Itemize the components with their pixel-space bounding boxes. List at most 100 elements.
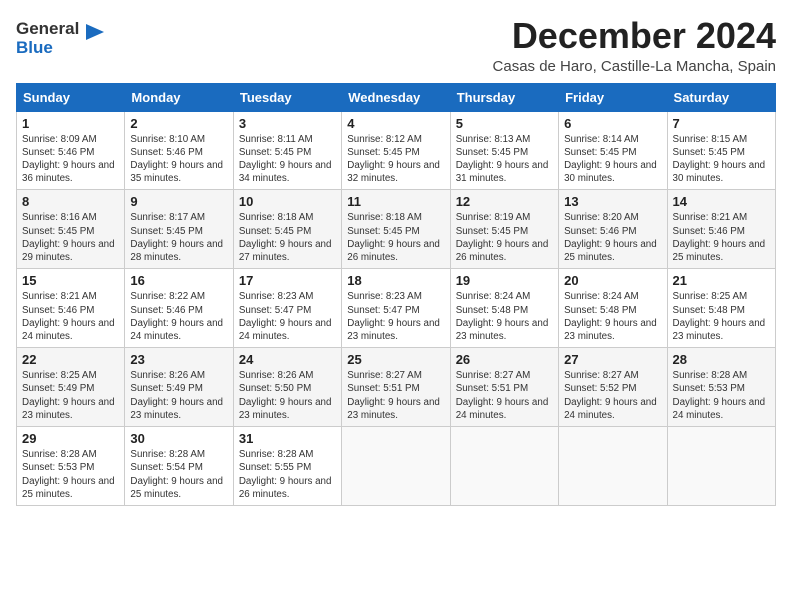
empty-cell bbox=[450, 427, 558, 506]
day-info: Sunrise: 8:27 AM Sunset: 5:51 PM Dayligh… bbox=[456, 369, 553, 422]
day-info: Sunrise: 8:10 AM Sunset: 5:46 PM Dayligh… bbox=[130, 133, 227, 186]
day-cell-27: 27 Sunrise: 8:27 AM Sunset: 5:52 PM Dayli… bbox=[559, 348, 667, 427]
day-number: 25 bbox=[347, 352, 444, 367]
day-number: 27 bbox=[564, 352, 661, 367]
logo-icon bbox=[82, 20, 108, 50]
day-number: 8 bbox=[22, 194, 119, 209]
day-cell-14: 14 Sunrise: 8:21 AM Sunset: 5:46 PM Dayli… bbox=[667, 190, 775, 269]
day-cell-4: 4 Sunrise: 8:12 AM Sunset: 5:45 PM Daylig… bbox=[342, 111, 450, 190]
day-cell-7: 7 Sunrise: 8:15 AM Sunset: 5:45 PM Daylig… bbox=[667, 111, 775, 190]
calendar-table: SundayMondayTuesdayWednesdayThursdayFrid… bbox=[16, 83, 776, 506]
day-number: 28 bbox=[673, 352, 770, 367]
day-info: Sunrise: 8:21 AM Sunset: 5:46 PM Dayligh… bbox=[22, 290, 119, 343]
day-info: Sunrise: 8:27 AM Sunset: 5:52 PM Dayligh… bbox=[564, 369, 661, 422]
day-number: 2 bbox=[130, 116, 227, 131]
empty-cell bbox=[342, 427, 450, 506]
day-cell-2: 2 Sunrise: 8:10 AM Sunset: 5:46 PM Daylig… bbox=[125, 111, 233, 190]
day-number: 14 bbox=[673, 194, 770, 209]
day-number: 11 bbox=[347, 194, 444, 209]
day-info: Sunrise: 8:26 AM Sunset: 5:49 PM Dayligh… bbox=[130, 369, 227, 422]
day-info: Sunrise: 8:13 AM Sunset: 5:45 PM Dayligh… bbox=[456, 133, 553, 186]
day-info: Sunrise: 8:15 AM Sunset: 5:45 PM Dayligh… bbox=[673, 133, 770, 186]
day-info: Sunrise: 8:28 AM Sunset: 5:55 PM Dayligh… bbox=[239, 448, 336, 501]
day-number: 10 bbox=[239, 194, 336, 209]
empty-cell bbox=[667, 427, 775, 506]
day-info: Sunrise: 8:25 AM Sunset: 5:49 PM Dayligh… bbox=[22, 369, 119, 422]
day-info: Sunrise: 8:18 AM Sunset: 5:45 PM Dayligh… bbox=[347, 211, 444, 264]
day-number: 7 bbox=[673, 116, 770, 131]
day-number: 5 bbox=[456, 116, 553, 131]
day-number: 13 bbox=[564, 194, 661, 209]
day-info: Sunrise: 8:27 AM Sunset: 5:51 PM Dayligh… bbox=[347, 369, 444, 422]
day-cell-1: 1Sunrise: 8:09 AM Sunset: 5:46 PM Daylig… bbox=[17, 111, 125, 190]
day-info: Sunrise: 8:24 AM Sunset: 5:48 PM Dayligh… bbox=[564, 290, 661, 343]
day-cell-12: 12 Sunrise: 8:19 AM Sunset: 5:45 PM Dayli… bbox=[450, 190, 558, 269]
calendar-subtitle: Casas de Haro, Castille-La Mancha, Spain bbox=[493, 58, 776, 75]
day-cell-22: 22 Sunrise: 8:25 AM Sunset: 5:49 PM Dayli… bbox=[17, 348, 125, 427]
day-cell-25: 25 Sunrise: 8:27 AM Sunset: 5:51 PM Dayli… bbox=[342, 348, 450, 427]
day-cell-15: 15 Sunrise: 8:21 AM Sunset: 5:46 PM Dayli… bbox=[17, 269, 125, 348]
day-info: Sunrise: 8:12 AM Sunset: 5:45 PM Dayligh… bbox=[347, 133, 444, 186]
day-cell-28: 28 Sunrise: 8:28 AM Sunset: 5:53 PM Dayli… bbox=[667, 348, 775, 427]
day-cell-16: 16 Sunrise: 8:22 AM Sunset: 5:46 PM Dayli… bbox=[125, 269, 233, 348]
day-cell-17: 17 Sunrise: 8:23 AM Sunset: 5:47 PM Dayli… bbox=[233, 269, 341, 348]
header-cell-wednesday: Wednesday bbox=[342, 83, 450, 111]
day-cell-6: 6Sunrise: 8:14 AM Sunset: 5:45 PM Daylig… bbox=[559, 111, 667, 190]
day-info: Sunrise: 8:26 AM Sunset: 5:50 PM Dayligh… bbox=[239, 369, 336, 422]
day-info: Sunrise: 8:23 AM Sunset: 5:47 PM Dayligh… bbox=[347, 290, 444, 343]
day-number: 16 bbox=[130, 273, 227, 288]
day-cell-11: 11 Sunrise: 8:18 AM Sunset: 5:45 PM Dayli… bbox=[342, 190, 450, 269]
day-cell-3: 3Sunrise: 8:11 AM Sunset: 5:45 PM Daylig… bbox=[233, 111, 341, 190]
logo: General Blue bbox=[16, 20, 108, 57]
page-container: General Blue December 2024 Casas de Haro… bbox=[16, 16, 776, 506]
title-section: December 2024 Casas de Haro, Castille-La… bbox=[493, 16, 776, 75]
day-info: Sunrise: 8:23 AM Sunset: 5:47 PM Dayligh… bbox=[239, 290, 336, 343]
header-cell-friday: Friday bbox=[559, 83, 667, 111]
day-cell-24: 24 Sunrise: 8:26 AM Sunset: 5:50 PM Dayli… bbox=[233, 348, 341, 427]
empty-cell bbox=[559, 427, 667, 506]
day-number: 4 bbox=[347, 116, 444, 131]
day-number: 30 bbox=[130, 431, 227, 446]
day-cell-8: 8Sunrise: 8:16 AM Sunset: 5:45 PM Daylig… bbox=[17, 190, 125, 269]
day-cell-29: 29Sunrise: 8:28 AM Sunset: 5:53 PM Dayli… bbox=[17, 427, 125, 506]
day-info: Sunrise: 8:22 AM Sunset: 5:46 PM Dayligh… bbox=[130, 290, 227, 343]
day-info: Sunrise: 8:09 AM Sunset: 5:46 PM Dayligh… bbox=[22, 133, 119, 186]
day-info: Sunrise: 8:24 AM Sunset: 5:48 PM Dayligh… bbox=[456, 290, 553, 343]
day-number: 22 bbox=[22, 352, 119, 367]
day-cell-23: 23 Sunrise: 8:26 AM Sunset: 5:49 PM Dayli… bbox=[125, 348, 233, 427]
day-number: 17 bbox=[239, 273, 336, 288]
day-info: Sunrise: 8:28 AM Sunset: 5:54 PM Dayligh… bbox=[130, 448, 227, 501]
day-number: 18 bbox=[347, 273, 444, 288]
day-cell-5: 5 Sunrise: 8:13 AM Sunset: 5:45 PM Daylig… bbox=[450, 111, 558, 190]
day-cell-10: 10Sunrise: 8:18 AM Sunset: 5:45 PM Dayli… bbox=[233, 190, 341, 269]
day-number: 15 bbox=[22, 273, 119, 288]
day-number: 24 bbox=[239, 352, 336, 367]
day-info: Sunrise: 8:19 AM Sunset: 5:45 PM Dayligh… bbox=[456, 211, 553, 264]
day-info: Sunrise: 8:28 AM Sunset: 5:53 PM Dayligh… bbox=[673, 369, 770, 422]
day-cell-9: 9Sunrise: 8:17 AM Sunset: 5:45 PM Daylig… bbox=[125, 190, 233, 269]
day-number: 12 bbox=[456, 194, 553, 209]
logo-text: General Blue bbox=[16, 20, 79, 57]
day-cell-18: 18 Sunrise: 8:23 AM Sunset: 5:47 PM Dayli… bbox=[342, 269, 450, 348]
day-number: 23 bbox=[130, 352, 227, 367]
day-info: Sunrise: 8:21 AM Sunset: 5:46 PM Dayligh… bbox=[673, 211, 770, 264]
logo-blue: Blue bbox=[16, 39, 79, 58]
week-row-3: 15 Sunrise: 8:21 AM Sunset: 5:46 PM Dayli… bbox=[17, 269, 776, 348]
day-cell-13: 13Sunrise: 8:20 AM Sunset: 5:46 PM Dayli… bbox=[559, 190, 667, 269]
header-cell-sunday: Sunday bbox=[17, 83, 125, 111]
header-row: SundayMondayTuesdayWednesdayThursdayFrid… bbox=[17, 83, 776, 111]
week-row-2: 8Sunrise: 8:16 AM Sunset: 5:45 PM Daylig… bbox=[17, 190, 776, 269]
week-row-1: 1Sunrise: 8:09 AM Sunset: 5:46 PM Daylig… bbox=[17, 111, 776, 190]
day-cell-26: 26Sunrise: 8:27 AM Sunset: 5:51 PM Dayli… bbox=[450, 348, 558, 427]
day-info: Sunrise: 8:25 AM Sunset: 5:48 PM Dayligh… bbox=[673, 290, 770, 343]
header: General Blue December 2024 Casas de Haro… bbox=[16, 16, 776, 75]
day-number: 29 bbox=[22, 431, 119, 446]
day-info: Sunrise: 8:14 AM Sunset: 5:45 PM Dayligh… bbox=[564, 133, 661, 186]
logo-general: General bbox=[16, 20, 79, 39]
calendar-title: December 2024 bbox=[493, 16, 776, 56]
header-cell-thursday: Thursday bbox=[450, 83, 558, 111]
header-cell-saturday: Saturday bbox=[667, 83, 775, 111]
week-row-4: 22 Sunrise: 8:25 AM Sunset: 5:49 PM Dayli… bbox=[17, 348, 776, 427]
day-cell-20: 20 Sunrise: 8:24 AM Sunset: 5:48 PM Dayli… bbox=[559, 269, 667, 348]
day-number: 20 bbox=[564, 273, 661, 288]
